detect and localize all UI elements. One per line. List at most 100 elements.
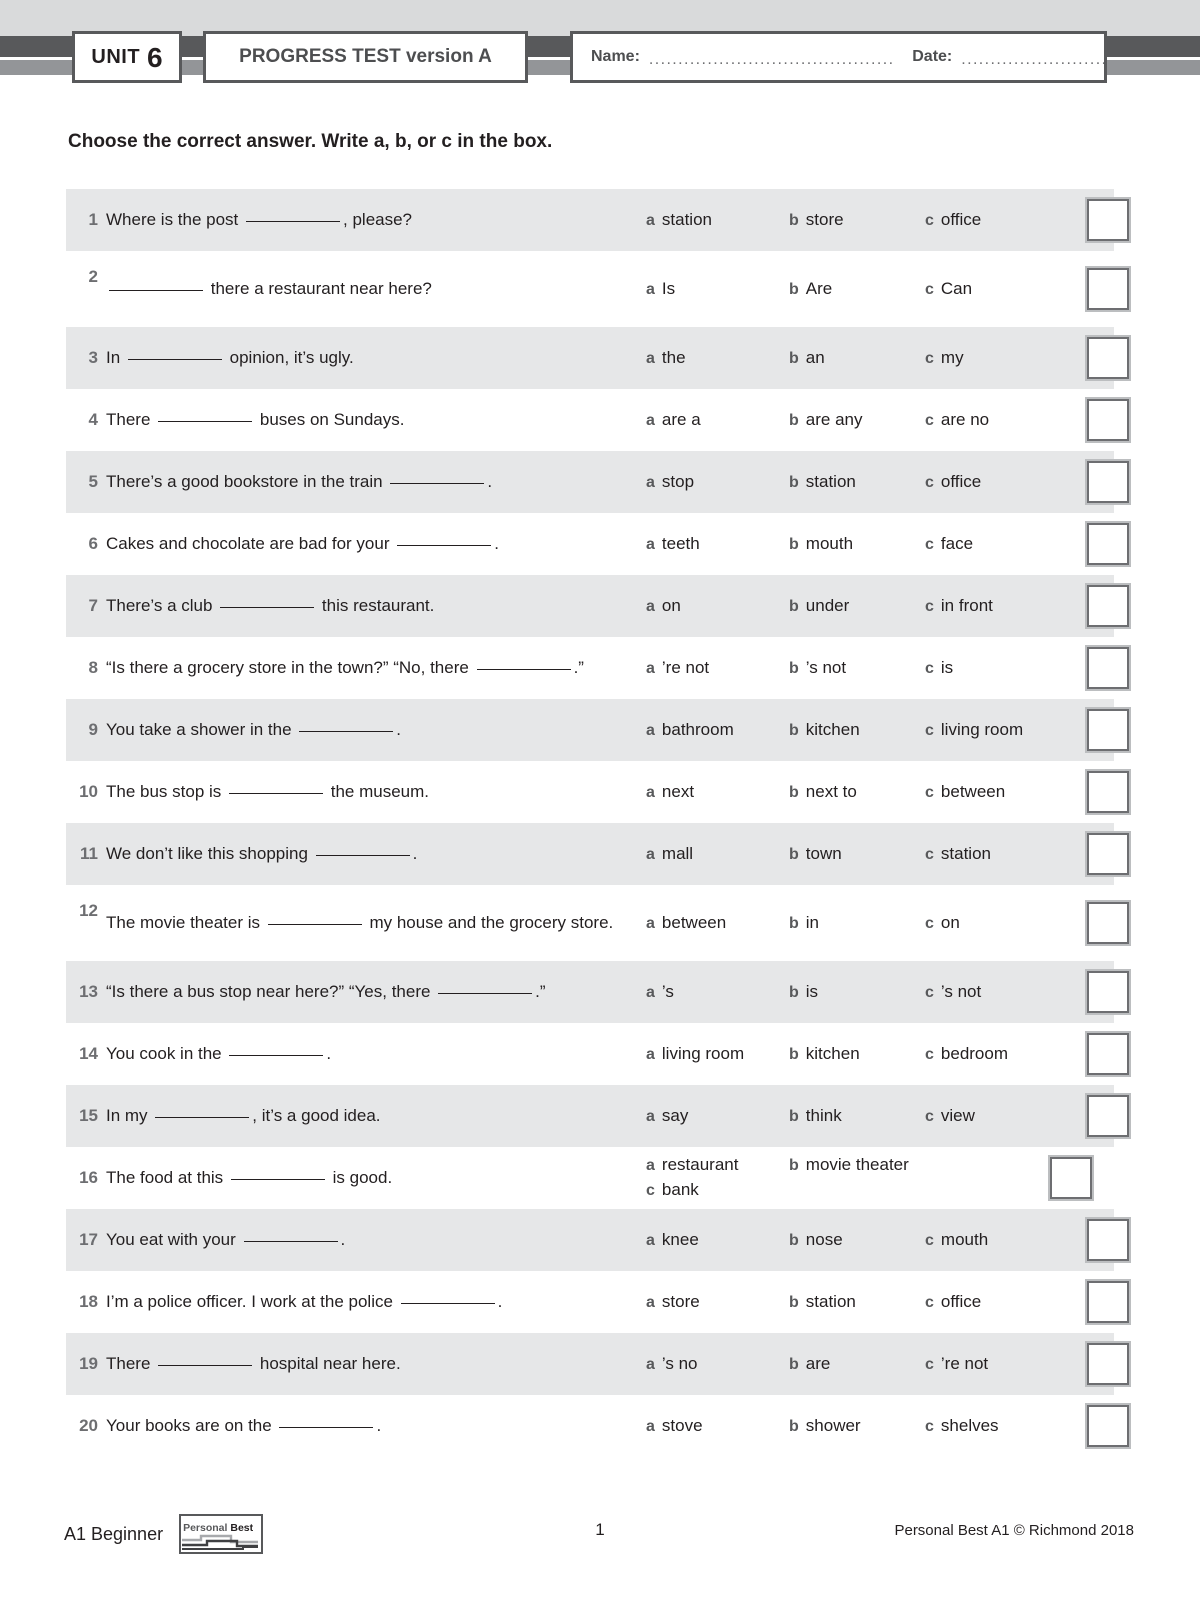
option-b[interactable]: b kitchen xyxy=(789,720,925,740)
answer-box[interactable] xyxy=(1087,1343,1129,1385)
option-a[interactable]: a teeth xyxy=(646,534,789,554)
option-c[interactable]: c Can xyxy=(925,279,1065,299)
answer-box[interactable] xyxy=(1087,337,1129,379)
option-a[interactable]: a stop xyxy=(646,472,789,492)
answer-box[interactable] xyxy=(1087,709,1129,751)
option-a[interactable]: a are a xyxy=(646,410,789,430)
option-c[interactable]: c on xyxy=(925,913,1065,933)
answer-box[interactable] xyxy=(1087,268,1129,310)
option-b[interactable]: b kitchen xyxy=(789,1044,925,1064)
answer-blank[interactable] xyxy=(229,1054,324,1056)
option-b[interactable]: b next to xyxy=(789,782,925,802)
option-b[interactable]: b store xyxy=(789,210,925,230)
answer-box[interactable] xyxy=(1087,1033,1129,1075)
answer-blank[interactable] xyxy=(109,289,203,291)
option-b[interactable]: b think xyxy=(789,1106,925,1126)
answer-blank[interactable] xyxy=(279,1426,374,1428)
answer-box[interactable] xyxy=(1087,1281,1129,1323)
option-a[interactable]: a on xyxy=(646,596,789,616)
option-c[interactable]: c office xyxy=(925,1292,1065,1312)
answer-blank[interactable] xyxy=(299,730,394,732)
option-a[interactable]: a stove xyxy=(646,1416,789,1436)
answer-box[interactable] xyxy=(1087,902,1129,944)
option-b[interactable]: b movie theater xyxy=(789,1153,925,1178)
answer-box[interactable] xyxy=(1087,523,1129,565)
option-c[interactable]: c my xyxy=(925,348,1065,368)
option-a[interactable]: a the xyxy=(646,348,789,368)
option-c[interactable]: c is xyxy=(925,658,1065,678)
option-a[interactable]: a next xyxy=(646,782,789,802)
option-b[interactable]: b town xyxy=(789,844,925,864)
answer-blank[interactable] xyxy=(229,792,324,794)
option-c[interactable]: c in front xyxy=(925,596,1065,616)
answer-blank[interactable] xyxy=(476,668,571,670)
option-b[interactable]: b are xyxy=(789,1354,925,1374)
option-c[interactable]: c view xyxy=(925,1106,1065,1126)
option-b[interactable]: b nose xyxy=(789,1230,925,1250)
option-a[interactable]: a knee xyxy=(646,1230,789,1250)
answer-box[interactable] xyxy=(1087,199,1129,241)
option-a[interactable]: a ’s no xyxy=(646,1354,789,1374)
answer-blank[interactable] xyxy=(246,220,341,222)
option-c[interactable]: c are no xyxy=(925,410,1065,430)
option-b[interactable]: b is xyxy=(789,982,925,1002)
answer-box[interactable] xyxy=(1087,1219,1129,1261)
answer-blank[interactable] xyxy=(267,923,362,925)
answer-box[interactable] xyxy=(1087,399,1129,441)
answer-blank[interactable] xyxy=(315,854,410,856)
answer-box[interactable] xyxy=(1050,1157,1092,1199)
option-c[interactable]: c ’re not xyxy=(925,1354,1065,1374)
date-input[interactable]: ................................. xyxy=(961,51,1104,69)
option-a[interactable]: a mall xyxy=(646,844,789,864)
answer-blank[interactable] xyxy=(127,358,222,360)
option-c[interactable]: c mouth xyxy=(925,1230,1065,1250)
option-b[interactable]: b shower xyxy=(789,1416,925,1436)
option-a[interactable]: a ’s xyxy=(646,982,789,1002)
option-a[interactable]: a station xyxy=(646,210,789,230)
option-a[interactable]: a bathroom xyxy=(646,720,789,740)
option-c[interactable]: c living room xyxy=(925,720,1065,740)
answer-box[interactable] xyxy=(1087,771,1129,813)
answer-blank[interactable] xyxy=(230,1178,325,1180)
option-b[interactable]: b are any xyxy=(789,410,925,430)
answer-box[interactable] xyxy=(1087,1095,1129,1137)
name-input[interactable]: ........................................… xyxy=(649,51,895,69)
answer-box[interactable] xyxy=(1087,833,1129,875)
option-c[interactable]: c ’s not xyxy=(925,982,1065,1002)
option-c[interactable]: c face xyxy=(925,534,1065,554)
answer-blank[interactable] xyxy=(400,1302,495,1304)
option-a[interactable]: a Is xyxy=(646,279,789,299)
option-b[interactable]: b under xyxy=(789,596,925,616)
option-a[interactable]: a between xyxy=(646,913,789,933)
answer-box[interactable] xyxy=(1087,971,1129,1013)
option-a[interactable]: a store xyxy=(646,1292,789,1312)
answer-box[interactable] xyxy=(1087,585,1129,627)
answer-blank[interactable] xyxy=(155,1116,250,1118)
option-b[interactable]: b station xyxy=(789,1292,925,1312)
option-c[interactable]: c bedroom xyxy=(925,1044,1065,1064)
answer-box[interactable] xyxy=(1087,647,1129,689)
option-c[interactable]: c bank xyxy=(646,1178,789,1203)
option-b[interactable]: b an xyxy=(789,348,925,368)
answer-box[interactable] xyxy=(1087,461,1129,503)
answer-blank[interactable] xyxy=(158,1364,253,1366)
option-b[interactable]: b station xyxy=(789,472,925,492)
answer-blank[interactable] xyxy=(220,606,315,608)
answer-blank[interactable] xyxy=(158,420,253,422)
option-a[interactable]: a ’re not xyxy=(646,658,789,678)
answer-blank[interactable] xyxy=(390,482,485,484)
option-c[interactable]: c shelves xyxy=(925,1416,1065,1436)
answer-blank[interactable] xyxy=(438,992,533,994)
option-b[interactable]: b Are xyxy=(789,279,925,299)
option-a[interactable]: a say xyxy=(646,1106,789,1126)
answer-blank[interactable] xyxy=(243,1240,338,1242)
option-c[interactable]: c office xyxy=(925,472,1065,492)
option-b[interactable]: b mouth xyxy=(789,534,925,554)
option-a[interactable]: a living room xyxy=(646,1044,789,1064)
option-c[interactable]: c office xyxy=(925,210,1065,230)
option-c[interactable]: c station xyxy=(925,844,1065,864)
option-a[interactable]: a restaurant xyxy=(646,1153,789,1178)
answer-blank[interactable] xyxy=(397,544,492,546)
option-c[interactable]: c between xyxy=(925,782,1065,802)
option-b[interactable]: b in xyxy=(789,913,925,933)
